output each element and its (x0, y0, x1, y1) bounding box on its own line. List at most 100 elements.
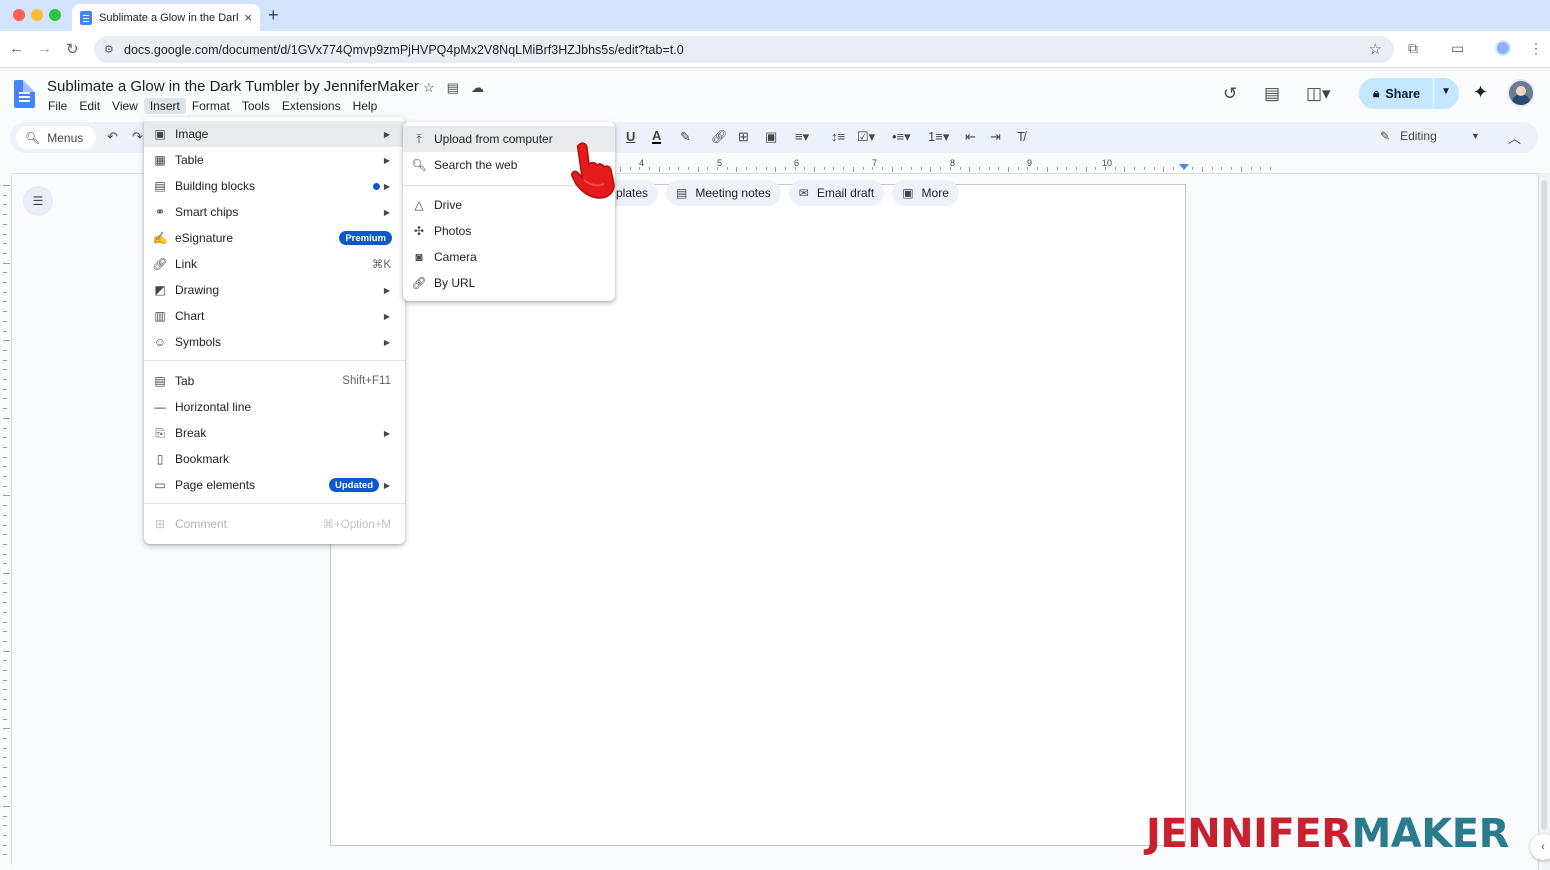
ruler-tick (833, 167, 835, 170)
submenu-arrow-icon: ▶ (383, 155, 390, 165)
browser-menu-icon[interactable]: ⋮ (1529, 40, 1543, 57)
avatar[interactable] (1507, 79, 1535, 107)
ruler-tick (988, 167, 990, 170)
menu-item-symbols[interactable]: ☺ Symbols ▶ (144, 329, 405, 355)
underline-icon[interactable]: U (626, 129, 635, 144)
menu-separator (144, 503, 405, 504)
menu-tools[interactable]: Tools (236, 98, 276, 114)
docs-logo-icon[interactable] (14, 80, 35, 108)
menus-search[interactable]: 🔍︎ Menus (16, 126, 96, 149)
cloud-saved-icon[interactable]: ☁ (471, 80, 484, 96)
url-input[interactable]: ⚙ docs.google.com/document/d/1GVx774Qmvp… (94, 36, 1394, 63)
menu-item-building-blocks[interactable]: ▤ Building blocks ▶ (144, 173, 405, 199)
checklist-icon[interactable]: ☑▾ (857, 129, 875, 145)
collapse-side-panel-icon[interactable]: ‹ (1530, 834, 1550, 860)
menu-edit[interactable]: Edit (73, 98, 106, 114)
ruler-tick (1046, 167, 1048, 172)
highlight-icon[interactable]: ✎ (680, 129, 691, 145)
clear-formatting-icon[interactable]: T̸ (1017, 129, 1025, 144)
menu-item-esignature[interactable]: ✍ eSignature Premium (144, 225, 405, 251)
line-spacing-icon[interactable]: ↕≡ (831, 129, 845, 144)
scrollbar-thumb[interactable] (1541, 180, 1547, 830)
menu-help[interactable]: Help (347, 98, 384, 114)
submenu-arrow-icon: ▶ (383, 428, 390, 438)
document-outline-icon[interactable]: ☰ (23, 186, 53, 216)
close-window-button[interactable] (13, 9, 25, 21)
submenu-item-camera[interactable]: ◙ Camera (403, 244, 615, 270)
cast-icon[interactable]: ▭ (1451, 40, 1464, 57)
chip-meeting-notes[interactable]: ▤ Meeting notes (666, 180, 781, 206)
site-settings-icon[interactable]: ⚙ (104, 43, 114, 56)
collapse-toolbar-icon[interactable]: ︿ (1508, 128, 1521, 147)
page-elements-icon: ▭ (154, 478, 166, 492)
menu-file[interactable]: File (42, 98, 73, 114)
back-icon[interactable]: ← (9, 40, 24, 57)
numbered-list-icon[interactable]: 1≡▾ (928, 129, 949, 145)
new-tab-button[interactable]: + (268, 5, 279, 26)
browser-tab[interactable]: Sublimate a Glow in the Dark × (72, 4, 260, 31)
menu-item-drawing[interactable]: ◩ Drawing ▶ (144, 277, 405, 303)
menu-item-page-elements[interactable]: ▭ Page elements Updated ▶ (144, 472, 405, 498)
meet-icon[interactable]: ◫▾ (1306, 84, 1331, 104)
share-dropdown-icon[interactable]: ▼ (1441, 86, 1451, 97)
tab-close-icon[interactable]: × (244, 10, 252, 25)
share-button[interactable]: 🔒︎ Share ▼ (1359, 78, 1459, 109)
chip-label: Meeting notes (695, 186, 771, 200)
comments-icon[interactable]: ▤ (1264, 84, 1280, 104)
vertical-ruler-tick (3, 737, 7, 739)
bullet-list-icon[interactable]: •≡▾ (892, 129, 911, 145)
menu-item-image[interactable]: ▣ Image ▶ (144, 121, 405, 147)
submenu-item-photos[interactable]: ✣ Photos (403, 218, 615, 244)
menu-format[interactable]: Format (186, 98, 236, 114)
editing-mode-selector[interactable]: ✎ Editing (1380, 129, 1437, 143)
ruler-tick (804, 167, 806, 170)
menu-item-link[interactable]: 🔗︎ Link ⌘K (144, 251, 405, 277)
vertical-ruler-tick (3, 311, 7, 313)
document-title[interactable]: Sublimate a Glow in the Dark Tumbler by … (47, 78, 419, 95)
vertical-ruler-tick (3, 476, 7, 477)
menu-item-label: Table (175, 153, 204, 167)
menu-item-label: Building blocks (175, 179, 256, 193)
chip-more[interactable]: ▣ More (892, 180, 959, 206)
menu-item-table[interactable]: ▦ Table ▶ (144, 147, 405, 173)
insert-link-icon[interactable]: 🔗︎ (711, 129, 728, 145)
bookmark-icon: ▯ (156, 452, 164, 466)
menu-insert[interactable]: Insert (143, 98, 186, 114)
insert-image-icon[interactable]: ▣ (765, 129, 777, 145)
menu-extensions[interactable]: Extensions (276, 98, 347, 114)
chip-email-draft[interactable]: ✉ Email draft (788, 180, 885, 206)
menu-item-horizontal-line[interactable]: — Horizontal line (144, 394, 405, 420)
menu-view[interactable]: View (106, 98, 144, 114)
increase-indent-icon[interactable]: ⇥ (990, 129, 1001, 145)
add-comment-icon[interactable]: ⊞ (738, 129, 749, 145)
redo-icon[interactable]: ↷ (132, 129, 143, 145)
menu-item-break[interactable]: ⎘ Break ▶ (144, 420, 405, 446)
menu-item-chart[interactable]: ▥ Chart ▶ (144, 303, 405, 329)
search-icon: 🔍︎ (25, 130, 41, 145)
gemini-icon[interactable]: ✦ (1473, 82, 1488, 103)
menu-item-smart-chips[interactable]: ⚭ Smart chips ▶ (144, 199, 405, 225)
camera-icon: ◙ (415, 250, 423, 264)
decrease-indent-icon[interactable]: ⇤ (965, 129, 976, 145)
ruler-tick (1008, 167, 1009, 172)
forward-icon[interactable]: → (37, 40, 52, 57)
extensions-icon[interactable]: ⧉ (1408, 40, 1418, 57)
align-icon[interactable]: ≡▾ (795, 129, 809, 145)
text-color-icon[interactable]: A (652, 129, 662, 144)
menu-item-tab[interactable]: ▤ Tab Shift+F11 (144, 368, 405, 394)
right-indent-marker[interactable] (1179, 164, 1189, 170)
minimize-window-button[interactable] (31, 9, 43, 21)
move-folder-icon[interactable]: ▤ (447, 80, 459, 96)
version-history-icon[interactable]: ↺ (1223, 84, 1237, 104)
menu-item-bookmark[interactable]: ▯ Bookmark (144, 446, 405, 472)
browser-profile-avatar[interactable] (1495, 40, 1511, 56)
reload-icon[interactable]: ↻ (66, 40, 79, 58)
submenu-arrow-icon: ▶ (383, 181, 390, 191)
maximize-window-button[interactable] (49, 9, 61, 21)
bookmark-star-icon[interactable]: ☆ (1369, 40, 1382, 58)
editing-dropdown-icon[interactable]: ▼ (1471, 131, 1480, 141)
submenu-item-by-url[interactable]: 🔗︎ By URL (403, 270, 615, 296)
undo-icon[interactable]: ↶ (107, 129, 118, 145)
vertical-ruler-tick (3, 262, 10, 264)
star-icon[interactable]: ☆ (423, 80, 435, 96)
